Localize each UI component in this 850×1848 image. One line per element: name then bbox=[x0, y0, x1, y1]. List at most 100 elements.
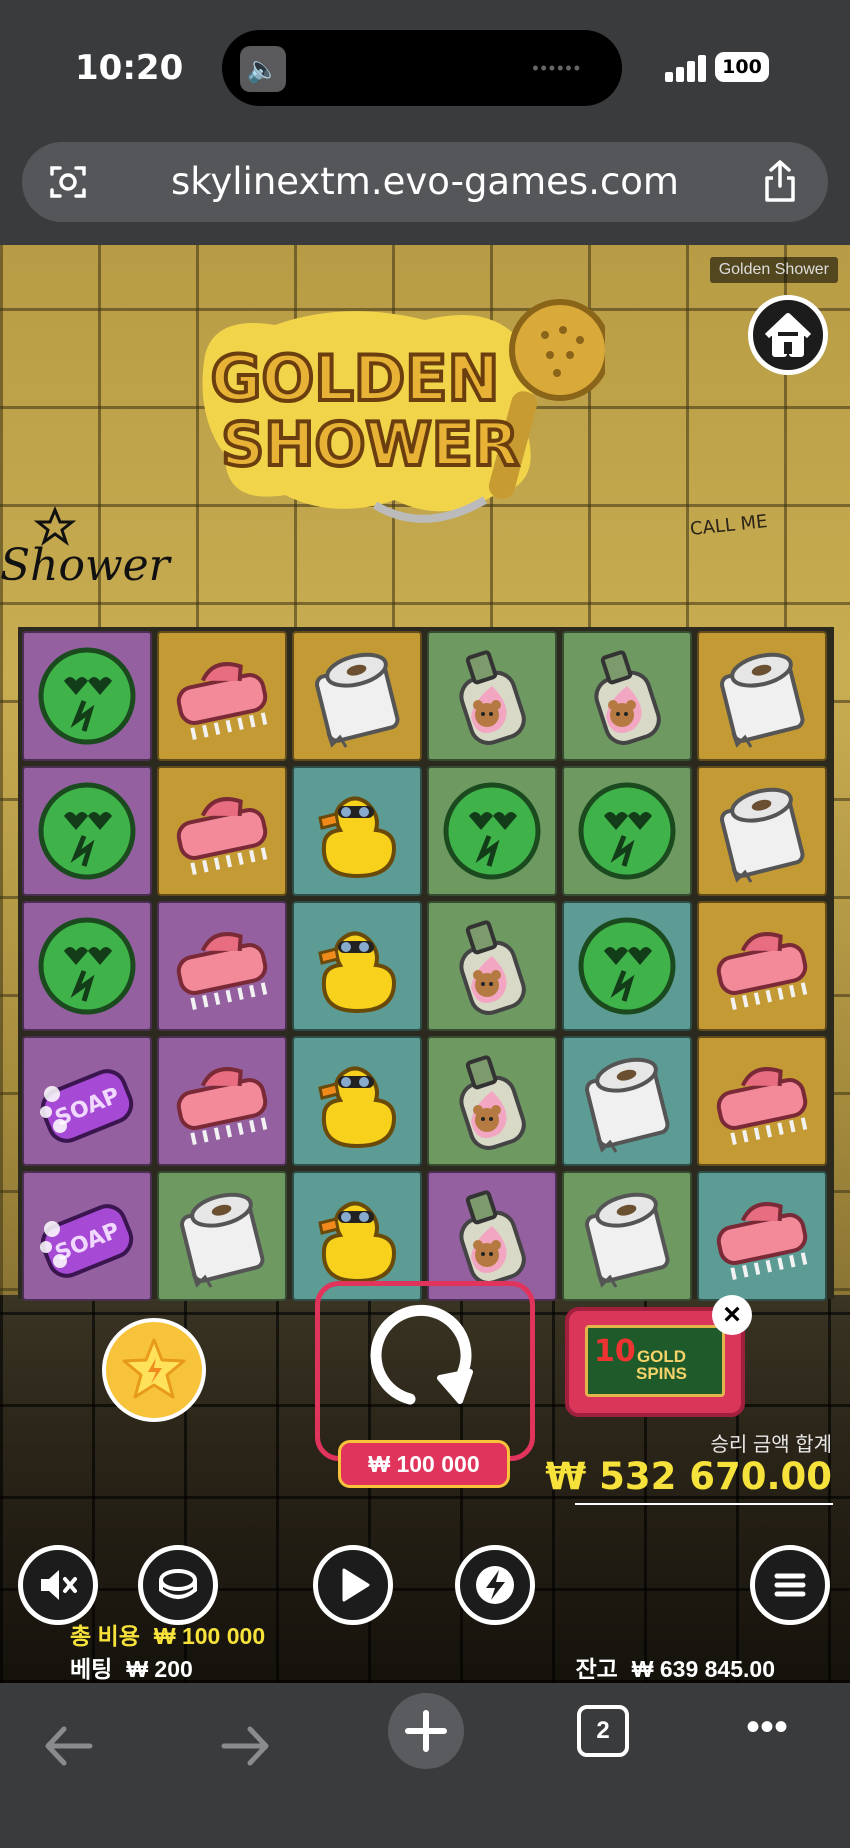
share-icon[interactable] bbox=[760, 158, 800, 204]
bear-bottle-icon bbox=[594, 650, 661, 745]
logo-line1: GOLDEN bbox=[211, 342, 500, 415]
mute-icon bbox=[41, 1570, 77, 1600]
toilet-roll-icon bbox=[584, 1057, 670, 1153]
rubber-duck-icon bbox=[318, 1201, 397, 1284]
bet-label: 베팅 bbox=[70, 1656, 113, 1682]
symbol-cell-toilet-roll bbox=[292, 631, 422, 761]
lightning-icon bbox=[476, 1566, 514, 1604]
coin-icon bbox=[159, 1569, 197, 1599]
rubber-duck-icon bbox=[318, 931, 397, 1014]
menu-icon bbox=[774, 1573, 806, 1597]
symbol-cell-green-disc bbox=[22, 901, 152, 1031]
bet-value: ₩ 200 bbox=[126, 1656, 193, 1682]
balance: 잔고 ₩ 639 845.00 bbox=[575, 1650, 775, 1683]
total-cost-value: ₩ 100 000 bbox=[153, 1623, 266, 1649]
rubber-duck-icon bbox=[318, 1066, 397, 1149]
scrub-brush-icon bbox=[176, 797, 268, 875]
soap-icon: SOAP bbox=[40, 1204, 134, 1278]
win-total-value: ₩ 532 670.00 bbox=[545, 1455, 832, 1498]
symbol-cell-scrub-brush bbox=[697, 901, 827, 1031]
autoplay-button[interactable] bbox=[313, 1545, 393, 1625]
symbol-cell-scrub-brush bbox=[157, 901, 287, 1031]
symbol-cell-rubber-duck bbox=[292, 766, 422, 896]
green-disc-icon bbox=[38, 647, 136, 745]
battery-icon: 100 bbox=[715, 52, 769, 82]
spin-bet-amount: ₩ 100 000 bbox=[338, 1440, 510, 1488]
spin-button[interactable] bbox=[315, 1281, 535, 1461]
symbol-cell-green-disc bbox=[22, 766, 152, 896]
tabs-button[interactable]: 2 bbox=[577, 1705, 629, 1757]
signal-icon bbox=[665, 54, 711, 82]
graffiti-text: Shower bbox=[0, 540, 173, 591]
scrub-brush-icon bbox=[176, 662, 268, 740]
scrub-brush-icon bbox=[176, 1067, 268, 1145]
symbol-cell-rubber-duck bbox=[292, 901, 422, 1031]
total-cost-label: 총 비용 bbox=[70, 1623, 140, 1649]
gold-spins-count: 10 bbox=[594, 1334, 636, 1369]
url-text: skylinextm.evo-games.com bbox=[171, 160, 679, 203]
bet: 베팅 ₩ 200 bbox=[70, 1650, 193, 1683]
forward-icon bbox=[221, 1726, 269, 1766]
game-title-tag: Golden Shower bbox=[709, 257, 838, 283]
wall-scribble: CALL ME bbox=[689, 511, 769, 540]
home-button[interactable] bbox=[748, 295, 828, 375]
balance-label: 잔고 bbox=[575, 1656, 618, 1682]
symbol-cell-toilet-roll bbox=[562, 1171, 692, 1301]
symbol-cell-scrub-brush bbox=[157, 631, 287, 761]
back-button[interactable] bbox=[40, 1713, 96, 1779]
game-canvas: Golden Shower GOLDEN SHOWER Shower CALL … bbox=[0, 245, 850, 1683]
symbol-cell-bear-bottle bbox=[562, 631, 692, 761]
mute-button[interactable] bbox=[18, 1545, 98, 1625]
turbo-button[interactable] bbox=[455, 1545, 535, 1625]
toilet-roll-icon bbox=[314, 652, 400, 748]
play-icon bbox=[342, 1568, 370, 1602]
forward-button[interactable] bbox=[218, 1713, 274, 1779]
symbol-cell-bear-bottle bbox=[427, 631, 557, 761]
feature-star-button[interactable] bbox=[102, 1318, 206, 1422]
home-icon bbox=[764, 313, 812, 357]
more-icon[interactable]: ••• bbox=[740, 1707, 794, 1752]
symbol-cell-toilet-roll bbox=[697, 631, 827, 761]
symbol-cell-rubber-duck bbox=[292, 1036, 422, 1166]
spin-icon bbox=[370, 1304, 473, 1405]
address-bar[interactable]: skylinextm.evo-games.com bbox=[22, 142, 828, 222]
symbol-cell-toilet-roll bbox=[697, 766, 827, 896]
green-disc-icon bbox=[38, 782, 136, 880]
game-logo: GOLDEN SHOWER bbox=[202, 299, 605, 523]
reel-grid: SOAP SOAP bbox=[18, 627, 834, 1301]
soap-icon: SOAP bbox=[40, 1069, 134, 1143]
symbol-cell-soap: SOAP bbox=[22, 1036, 152, 1166]
gold-spins-badge: 10 GOLD SPINS bbox=[585, 1325, 725, 1397]
rubber-duck-icon bbox=[318, 796, 397, 879]
symbol-cell-scrub-brush bbox=[697, 1171, 827, 1301]
speaker-icon: 🔈 bbox=[240, 46, 286, 92]
logo-line2: SHOWER bbox=[221, 410, 519, 480]
symbol-cell-green-disc bbox=[562, 901, 692, 1031]
green-disc-icon bbox=[38, 917, 136, 1015]
symbol-cell-bear-bottle bbox=[427, 1036, 557, 1166]
wall-graffiti: Shower bbox=[0, 506, 173, 591]
symbol-cell-green-disc bbox=[22, 631, 152, 761]
plus-icon bbox=[405, 1710, 447, 1752]
total-cost: 총 비용 ₩ 100 000 bbox=[70, 1617, 265, 1651]
symbol-cell-toilet-roll bbox=[157, 1171, 287, 1301]
symbol-cell-toilet-roll bbox=[562, 1036, 692, 1166]
menu-button[interactable] bbox=[750, 1545, 830, 1625]
star-icon bbox=[122, 1338, 186, 1399]
dots-icon: •••••• bbox=[532, 58, 582, 78]
symbol-cell-green-disc bbox=[427, 766, 557, 896]
green-disc-icon bbox=[578, 782, 676, 880]
symbol-cell-scrub-brush bbox=[157, 766, 287, 896]
win-divider bbox=[575, 1503, 833, 1505]
new-tab-button[interactable] bbox=[388, 1693, 464, 1769]
symbol-cell-scrub-brush bbox=[157, 1036, 287, 1166]
shower-head-icon bbox=[509, 299, 605, 401]
scrub-brush-icon bbox=[716, 1202, 808, 1280]
bear-bottle-icon bbox=[459, 650, 526, 745]
green-disc-icon bbox=[443, 782, 541, 880]
symbol-cell-green-disc bbox=[562, 766, 692, 896]
bet-coin-button[interactable] bbox=[138, 1545, 218, 1625]
gold-spins-label: GOLD SPINS bbox=[636, 1347, 688, 1383]
close-icon[interactable]: × bbox=[712, 1295, 752, 1335]
green-disc-icon bbox=[578, 917, 676, 1015]
